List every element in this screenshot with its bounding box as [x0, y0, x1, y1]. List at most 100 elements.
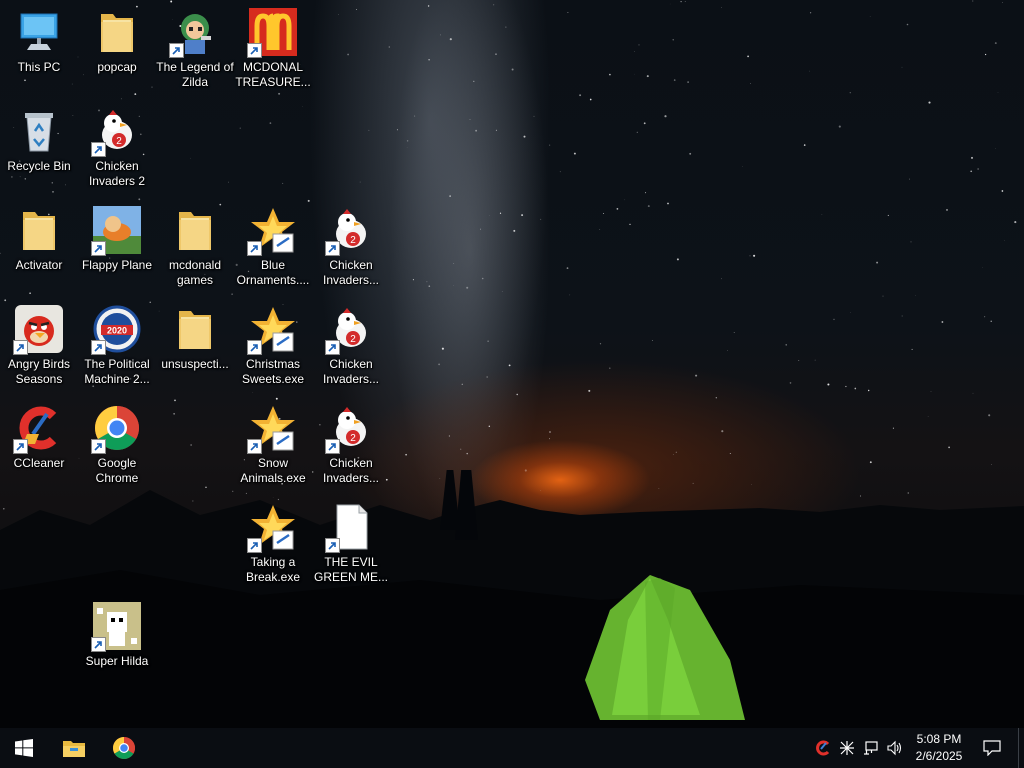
- desktop-icon-chicken-invaders[interactable]: 2 Chicken Invaders...: [312, 297, 390, 393]
- shortcut-arrow-icon: [91, 340, 106, 355]
- folder-icon: [15, 206, 63, 254]
- desktop-icon-label: Chicken Invaders...: [322, 357, 380, 386]
- pixel-game-icon: [91, 602, 141, 652]
- computer-icon: [15, 8, 63, 56]
- desktop-icon-the-political-machine-2[interactable]: 2020 The Political Machine 2...: [78, 297, 156, 393]
- desktop-icon-christmas-sweets-exe[interactable]: Christmas Sweets.exe: [234, 297, 312, 393]
- desktop-icon-label: Activator: [15, 258, 63, 272]
- desktop-icon-the-legend-of-zilda[interactable]: The Legend of Zilda: [156, 0, 234, 96]
- ccleaner-tray-button[interactable]: [812, 728, 834, 768]
- action-center-button[interactable]: [978, 728, 1006, 768]
- folder-icon: [93, 8, 141, 56]
- shortcut-arrow-icon: [13, 340, 28, 355]
- svg-text:2020: 2020: [107, 326, 127, 336]
- game-character-icon: [169, 8, 219, 58]
- desktop-icon-mcdonald-games[interactable]: mcdonald games: [156, 198, 234, 294]
- desktop-icon-mcdonal-treasure[interactable]: MCDONAL TREASURE...: [234, 0, 312, 96]
- desktop-icon-label: Flappy Plane: [81, 258, 153, 272]
- desktop-icon-blue-ornaments[interactable]: Blue Ornaments....: [234, 198, 312, 294]
- volume-tray-button[interactable]: [884, 728, 906, 768]
- chrome-icon: [91, 404, 141, 454]
- shortcut-arrow-icon: [325, 439, 340, 454]
- show-desktop-button[interactable]: [1018, 728, 1024, 768]
- folder-icon: [171, 206, 219, 254]
- desktop-icon-popcap[interactable]: popcap: [78, 0, 156, 96]
- mcdonalds-logo-icon: [247, 8, 297, 58]
- political-badge-icon: 2020: [91, 305, 141, 355]
- file-explorer-button[interactable]: [50, 728, 98, 768]
- action-center-icon: [983, 740, 1001, 756]
- desktop-icon-label: unsuspecti...: [161, 357, 229, 371]
- desktop-icon-label: The Legend of Zilda: [156, 60, 234, 89]
- shortcut-arrow-icon: [325, 340, 340, 355]
- popcap-exe-icon: [247, 404, 297, 454]
- desktop-icon-activator[interactable]: Activator: [0, 198, 78, 294]
- shortcut-arrow-icon: [247, 43, 262, 58]
- bluetooth-icon: [840, 741, 854, 755]
- desktop-icon-chicken-invaders-2[interactable]: 2 Chicken Invaders 2: [78, 99, 156, 195]
- folder-icon: [171, 305, 219, 353]
- shortcut-arrow-icon: [247, 340, 262, 355]
- network-icon: [864, 741, 878, 755]
- desktop-icon-ccleaner[interactable]: CCleaner: [0, 396, 78, 492]
- desktop-icon-taking-a-break-exe[interactable]: Taking a Break.exe: [234, 495, 312, 591]
- desktop-icon-label: Super Hilda: [85, 654, 149, 668]
- popcap-exe-icon: [247, 206, 297, 256]
- clock-date: 2/6/2025: [915, 749, 963, 763]
- start-button[interactable]: [0, 728, 48, 768]
- desktop-icon-angry-birds-seasons[interactable]: Angry Birds Seasons: [0, 297, 78, 393]
- desktop-icon-the-evil-green-me[interactable]: THE EVIL GREEN ME...: [312, 495, 390, 591]
- windows-logo-icon: [15, 739, 33, 757]
- recycle-bin-icon: [15, 107, 63, 155]
- desktop-icon-chicken-invaders[interactable]: 2 Chicken Invaders...: [312, 396, 390, 492]
- desktop-icon-label: Recycle Bin: [7, 159, 71, 173]
- desktop-icon-snow-animals-exe[interactable]: Snow Animals.exe: [234, 396, 312, 492]
- chrome-taskbar-button[interactable]: [100, 728, 148, 768]
- shortcut-arrow-icon: [247, 439, 262, 454]
- game-thumbnail-icon: [91, 206, 141, 256]
- popcap-exe-icon: [247, 503, 297, 553]
- bluetooth-tray-button[interactable]: [836, 728, 858, 768]
- svg-text:2: 2: [350, 235, 356, 246]
- chrome-icon: [113, 737, 135, 759]
- shortcut-arrow-icon: [91, 637, 106, 652]
- desktop-icon-label: Chicken Invaders...: [322, 258, 380, 287]
- popcap-exe-icon: [247, 305, 297, 355]
- svg-text:2: 2: [350, 433, 356, 444]
- desktop-icon-label: THE EVIL GREEN ME...: [313, 555, 388, 584]
- desktop-icon-label: Google Chrome: [95, 456, 139, 485]
- desktop[interactable]: This PC popcap The Legend of Zilda MCDONAL …: [0, 0, 1024, 728]
- shortcut-arrow-icon: [247, 538, 262, 553]
- desktop-icon-label: Angry Birds Seasons: [7, 357, 71, 386]
- desktop-icon-label: Blue Ornaments....: [236, 258, 310, 287]
- shortcut-arrow-icon: [169, 43, 184, 58]
- desktop-icon-google-chrome[interactable]: Google Chrome: [78, 396, 156, 492]
- desktop-icon-label: CCleaner: [13, 456, 65, 470]
- volume-icon: [887, 740, 902, 756]
- clock-time: 5:08 PM: [916, 732, 962, 746]
- taskbar-clock[interactable]: 5:08 PM 2/6/2025: [906, 731, 972, 765]
- chicken-icon: 2: [325, 206, 375, 256]
- desktop-icon-label: Christmas Sweets.exe: [241, 357, 305, 386]
- desktop-icon-label: Snow Animals.exe: [240, 456, 306, 485]
- desktop-icon-this-pc[interactable]: This PC: [0, 0, 78, 96]
- desktop-icon-label: The Political Machine 2...: [84, 357, 150, 386]
- shortcut-arrow-icon: [13, 439, 28, 454]
- chicken-icon: 2: [325, 404, 375, 454]
- desktop-icon-chicken-invaders[interactable]: 2 Chicken Invaders...: [312, 198, 390, 294]
- shortcut-arrow-icon: [247, 241, 262, 256]
- desktop-icon-label: MCDONAL TREASURE...: [235, 60, 311, 89]
- chicken-icon: 2: [91, 107, 141, 157]
- folder-icon: [63, 741, 85, 757]
- network-tray-button[interactable]: [860, 728, 882, 768]
- blank-file-icon: [325, 503, 375, 553]
- taskbar: 5:08 PM 2/6/2025: [0, 728, 1024, 768]
- desktop-icon-unsuspecti[interactable]: unsuspecti...: [156, 297, 234, 393]
- desktop-icon-super-hilda[interactable]: Super Hilda: [78, 594, 156, 690]
- desktop-icon-label: Chicken Invaders 2: [88, 159, 146, 188]
- ccleaner-tray-icon: [816, 740, 830, 756]
- desktop-icon-flappy-plane[interactable]: Flappy Plane: [78, 198, 156, 294]
- shortcut-arrow-icon: [325, 538, 340, 553]
- desktop-icon-recycle-bin[interactable]: Recycle Bin: [0, 99, 78, 195]
- chicken-icon: 2: [325, 305, 375, 355]
